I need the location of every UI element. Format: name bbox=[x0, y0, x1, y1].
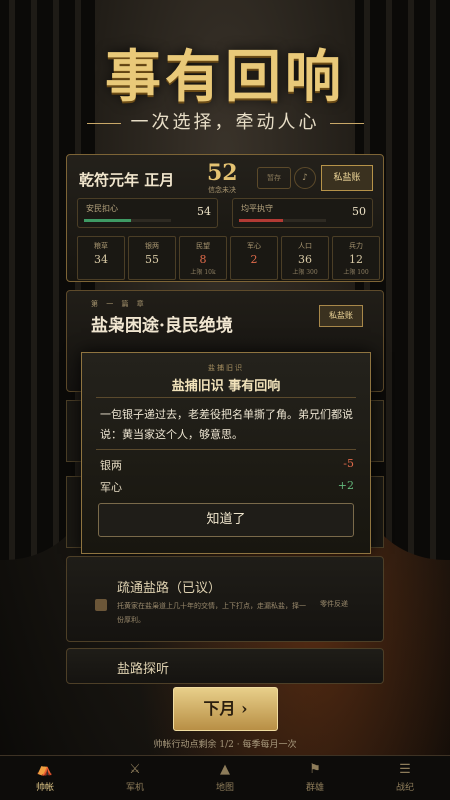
nav-label: 地图 bbox=[215, 783, 234, 793]
stat-value: 2 bbox=[250, 253, 258, 266]
nav-label: 战纪 bbox=[395, 783, 414, 793]
scroll-icon: ☰ bbox=[399, 762, 411, 777]
document-icon bbox=[95, 599, 107, 611]
stat-label: 民望 bbox=[196, 242, 210, 250]
stat-reputation[interactable]: 民望 8 上限 10k bbox=[179, 236, 227, 280]
stat-label: 兵力 bbox=[349, 242, 363, 250]
stat-troops[interactable]: 兵力 12 上限 100 bbox=[332, 236, 380, 280]
action-tag: 零件反递 bbox=[320, 600, 348, 608]
nav-item-military[interactable]: ⚔ 军机 bbox=[105, 762, 165, 793]
stat-population[interactable]: 人口 36 上限 300 bbox=[281, 236, 329, 280]
event-modal: 盐捕旧识 盐捕旧识 事有回响 一包银子递过去，老差役把名单撕了角。弟兄们都说说：… bbox=[81, 352, 371, 554]
chapter-ledger-button[interactable]: 私盐账 bbox=[319, 305, 363, 327]
nav-label: 群雄 bbox=[305, 783, 324, 793]
belief-counter: 52 bbox=[207, 160, 238, 186]
action-description: 托黄家在盐枭道上几十年的交情，上下打点，走漏私盐，择一份厚利。 bbox=[117, 602, 306, 624]
hero-subtitle: 一次选择，牵动人心 bbox=[0, 108, 450, 134]
speaker-icon[interactable]: ♪ bbox=[294, 167, 316, 189]
stat-cap: 上限 10k bbox=[190, 269, 216, 276]
meter-fill bbox=[239, 219, 283, 222]
stat-value: 8 bbox=[199, 253, 207, 266]
status-panel: 乾符元年 正月 52 信念未决 暂存 ♪ 私盐账 安民扣心 54 均平执守 50… bbox=[66, 154, 384, 282]
flag-icon: ⚑ bbox=[309, 762, 321, 777]
stat-value: 36 bbox=[298, 253, 312, 266]
effect-row: 银两 -5 bbox=[100, 457, 354, 473]
chapter-number: 第 一 篇 章 bbox=[91, 300, 147, 308]
nav-label: 军机 bbox=[125, 783, 144, 793]
meter-fill bbox=[84, 219, 131, 222]
modal-body: 一包银子递过去，老差役把名单撕了角。弟兄们都说说：黄当家这个人，够意思。 bbox=[100, 408, 353, 441]
nav-item-heroes[interactable]: ⚑ 群雄 bbox=[285, 762, 345, 793]
nav-item-records[interactable]: ☰ 战纪 bbox=[375, 762, 435, 793]
stat-value: 34 bbox=[94, 253, 108, 266]
background-card-left bbox=[66, 476, 82, 548]
meter-junping: 均平执守 50 bbox=[232, 198, 373, 228]
effect-value: +2 bbox=[337, 479, 354, 492]
nav-item-tent[interactable]: ⛺ 帅帐 bbox=[15, 762, 75, 793]
mountain-icon: ▲ bbox=[220, 762, 230, 777]
stat-morale[interactable]: 军心 2 bbox=[230, 236, 278, 280]
stat-label: 人口 bbox=[298, 242, 312, 250]
meter-label: 均平执守 bbox=[241, 204, 273, 213]
effect-label: 银两 bbox=[100, 459, 122, 472]
action-card[interactable]: 盐路探听 bbox=[66, 648, 384, 684]
effect-value: -5 bbox=[343, 457, 354, 470]
bottom-nav: ⛺ 帅帐 ⚔ 军机 ▲ 地图 ⚑ 群雄 ☰ 战纪 bbox=[0, 755, 450, 800]
tent-icon: ⛺ bbox=[36, 762, 54, 777]
chapter-title: 盐枭困途·良民绝境 bbox=[91, 316, 233, 336]
stat-label: 粮草 bbox=[94, 242, 108, 250]
action-points-hint: 帅帐行动点剩余 1/2 · 每季每月一次 bbox=[153, 740, 297, 750]
current-date: 乾符元年 正月 bbox=[79, 171, 175, 189]
meter-track bbox=[84, 219, 171, 222]
hero-title: 事有回响 bbox=[105, 44, 345, 110]
stat-cap: 上限 300 bbox=[292, 269, 318, 276]
stat-grain[interactable]: 粮草 34 bbox=[77, 236, 125, 280]
meter-value: 54 bbox=[197, 205, 211, 218]
modal-subtitle: 盐捕旧识 bbox=[208, 364, 244, 372]
stat-value: 12 bbox=[349, 253, 363, 266]
divider bbox=[96, 397, 356, 398]
background-card-left bbox=[66, 400, 82, 462]
ledger-button[interactable]: 私盐账 bbox=[321, 165, 373, 191]
next-month-button[interactable]: 下月 › bbox=[173, 687, 278, 731]
confirm-button[interactable]: 知道了 bbox=[98, 503, 354, 537]
effect-label: 军心 bbox=[100, 481, 122, 494]
belief-counter-label: 信念未决 bbox=[208, 186, 236, 194]
stat-value: 55 bbox=[145, 253, 159, 266]
nav-item-map[interactable]: ▲ 地图 bbox=[195, 762, 255, 793]
sword-icon: ⚔ bbox=[129, 762, 141, 777]
meter-track bbox=[239, 219, 326, 222]
meter-label: 安民扣心 bbox=[86, 204, 118, 213]
save-button[interactable]: 暂存 bbox=[257, 167, 291, 189]
stat-cap: 上限 100 bbox=[343, 269, 369, 276]
meter-anmin: 安民扣心 54 bbox=[77, 198, 218, 228]
effect-row: 军心 +2 bbox=[100, 479, 354, 495]
action-title: 盐路探听 bbox=[117, 662, 170, 677]
stat-label: 银两 bbox=[145, 242, 159, 250]
nav-label: 帅帐 bbox=[35, 783, 54, 793]
stat-label: 军心 bbox=[247, 242, 261, 250]
modal-title: 盐捕旧识 事有回响 bbox=[171, 379, 281, 394]
divider bbox=[96, 449, 356, 450]
action-card[interactable]: 疏通盐路（已议） 托黄家在盐枭道上几十年的交情，上下打点，走漏私盐，择一份厚利。… bbox=[66, 556, 384, 642]
meter-value: 50 bbox=[352, 205, 366, 218]
stat-silver[interactable]: 银两 55 bbox=[128, 236, 176, 280]
action-title: 疏通盐路（已议） bbox=[117, 581, 222, 596]
